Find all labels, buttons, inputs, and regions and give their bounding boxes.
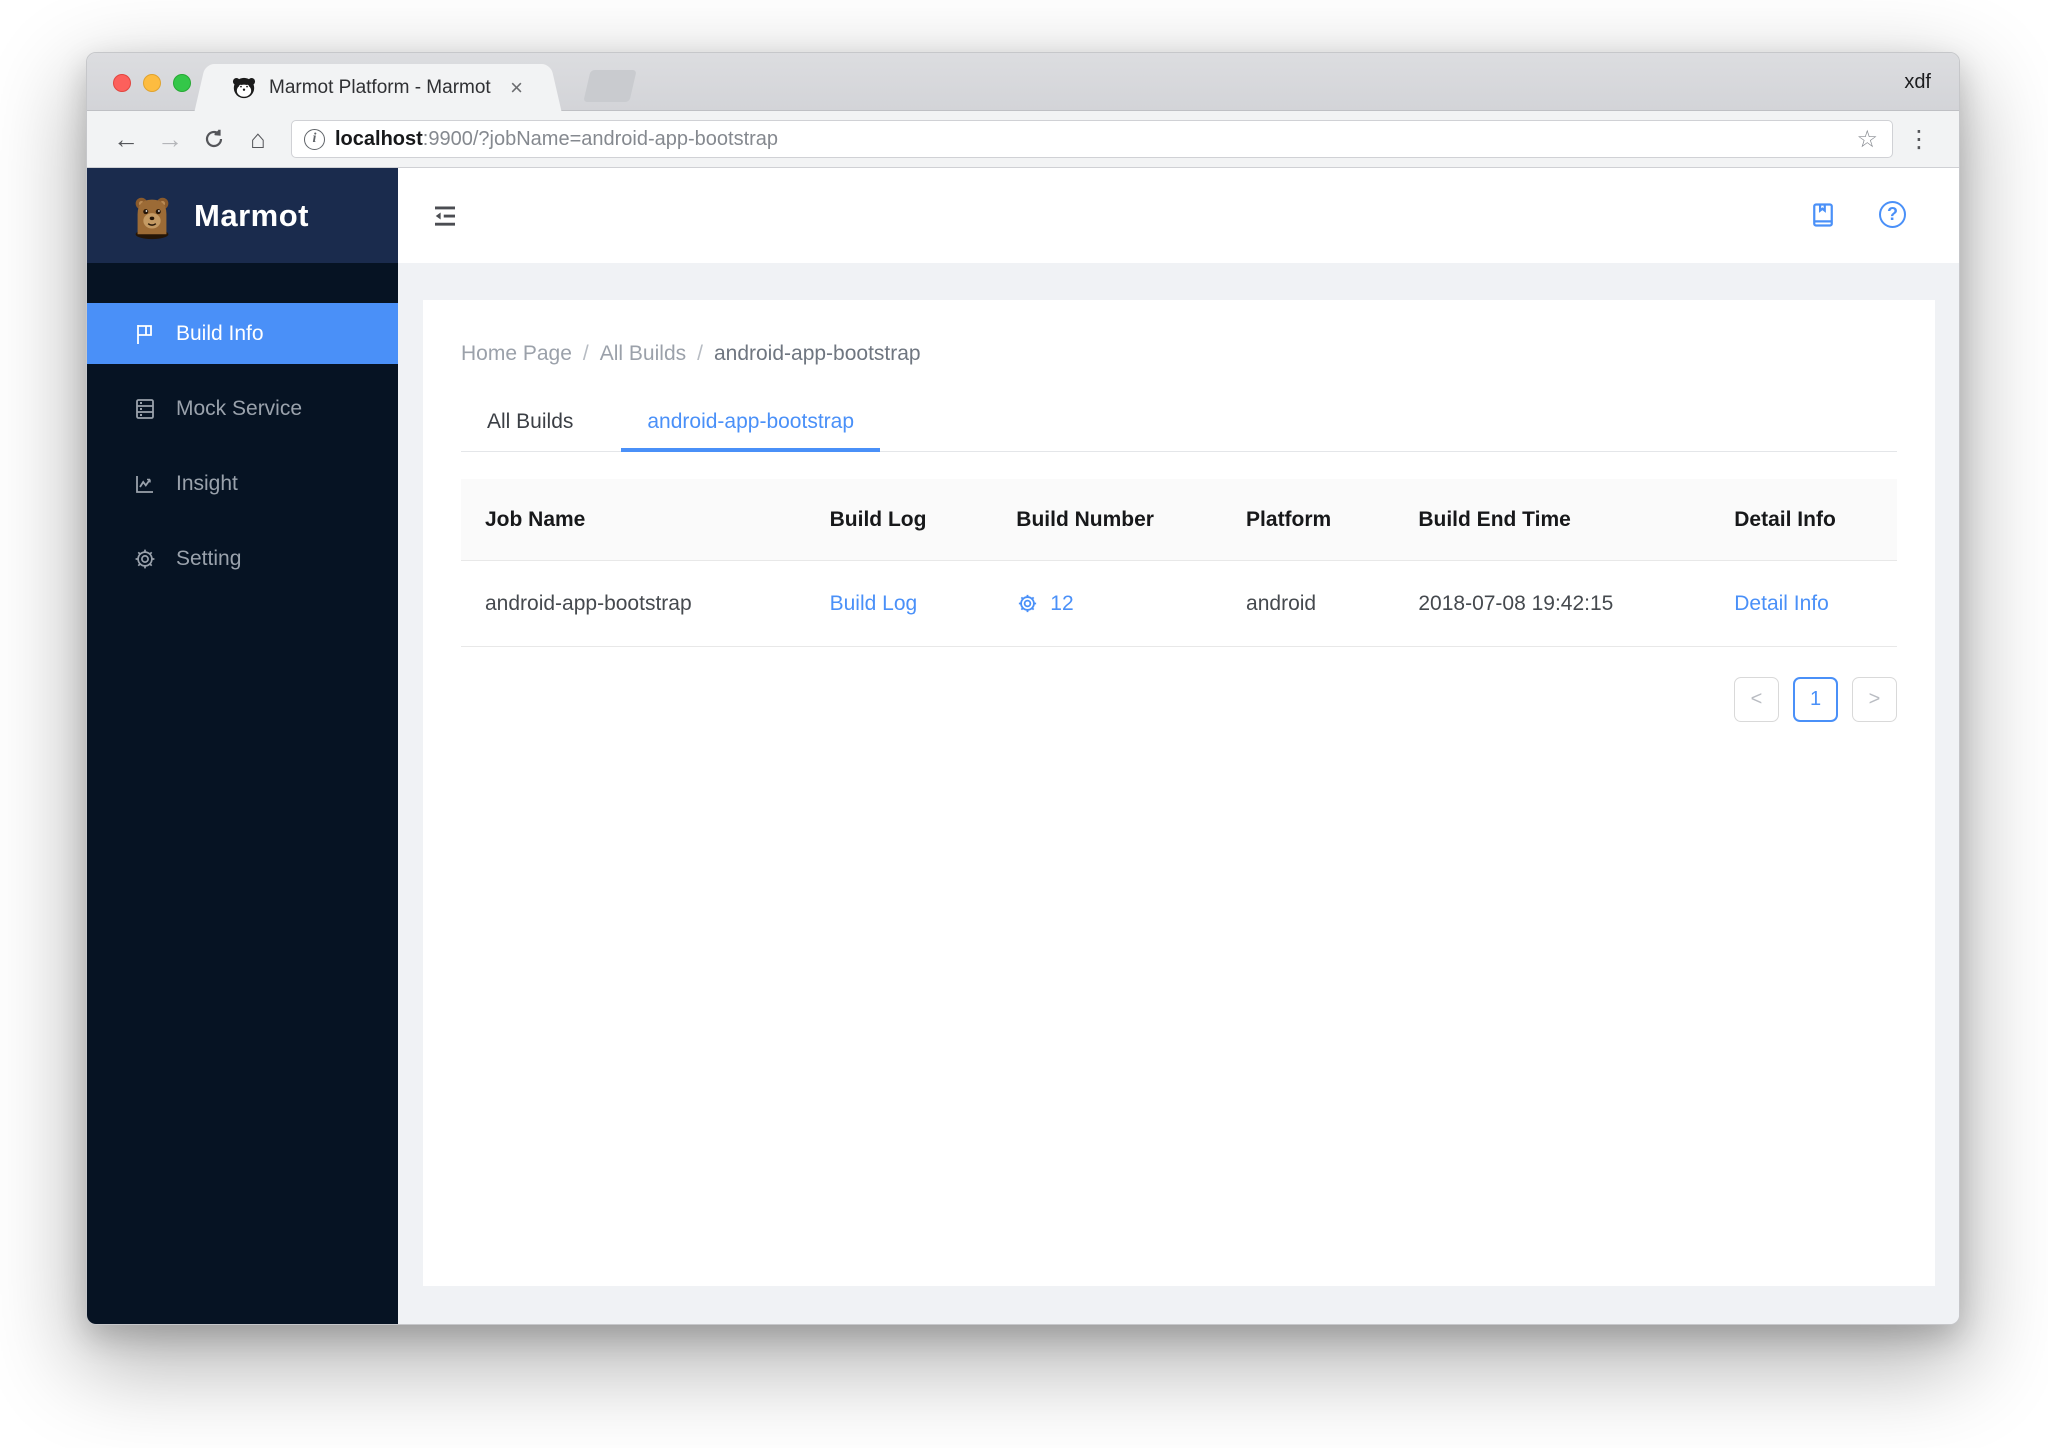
build-log-link[interactable]: Build Log — [830, 592, 918, 615]
column-header-platform: Platform — [1246, 507, 1332, 531]
menu-fold-icon[interactable] — [430, 201, 460, 231]
content-card: Home Page / All Builds / android-app-boo… — [423, 300, 1935, 1286]
column-header-detail-info: Detail Info — [1734, 507, 1836, 531]
breadcrumb-all-builds[interactable]: All Builds — [600, 342, 686, 366]
sidebar-menu: Build Info Mock Service Insight Setting — [87, 303, 398, 603]
marmot-logo-icon — [135, 197, 169, 239]
detail-info-link[interactable]: Detail Info — [1734, 592, 1829, 615]
sidebar-item-setting[interactable]: Setting — [87, 528, 398, 589]
sidebar-item-insight[interactable]: Insight — [87, 453, 398, 514]
bookmark-star-icon[interactable]: ☆ — [1854, 125, 1880, 154]
sidebar: Marmot Build Info Mock Service Insight S… — [87, 168, 398, 1324]
sidebar-item-label: Setting — [176, 546, 242, 570]
browser-tab-strip: Marmot Platform - Marmot × xdf — [87, 53, 1959, 111]
window-zoom-button[interactable] — [173, 74, 191, 92]
home-icon[interactable]: ⌂ — [239, 126, 277, 152]
build-gear-icon — [1016, 592, 1039, 615]
table-row: android-app-bootstrap Build Log 12 andro… — [461, 561, 1897, 646]
cell-job-name: android-app-bootstrap — [485, 591, 692, 615]
build-number-link[interactable]: 12 — [1050, 592, 1073, 616]
url-input[interactable]: i localhost:9900/?jobName=android-app-bo… — [291, 120, 1893, 158]
cell-build-log: Build Log — [806, 592, 993, 616]
column-header-build-number: Build Number — [1016, 507, 1154, 531]
browser-toolbar: ← → ⌂ i localhost:9900/?jobName=android-… — [87, 111, 1959, 168]
table-header-row: Job Name Build Log Build Number Platform… — [461, 479, 1897, 561]
cell-platform: android — [1246, 591, 1317, 615]
cell-detail-info: Detail Info — [1710, 592, 1897, 616]
reload-icon[interactable] — [195, 127, 233, 151]
flag-icon — [133, 322, 157, 346]
app-root: Marmot Build Info Mock Service Insight S… — [87, 168, 1959, 1324]
database-icon — [133, 397, 157, 421]
page-tabs: All Builds android-app-bootstrap — [461, 396, 1897, 452]
book-icon[interactable] — [1809, 201, 1839, 231]
sidebar-logo[interactable]: Marmot — [87, 168, 398, 263]
breadcrumb-separator: / — [582, 342, 589, 365]
traffic-lights — [113, 74, 191, 92]
window-minimize-button[interactable] — [143, 74, 161, 92]
new-tab-button[interactable] — [583, 70, 637, 102]
url-host: localhost — [335, 127, 423, 150]
window-close-button[interactable] — [113, 74, 131, 92]
browser-tab[interactable]: Marmot Platform - Marmot × — [213, 64, 543, 111]
browser-menu-icon[interactable]: ⋮ — [1899, 125, 1939, 154]
breadcrumb-separator: / — [697, 342, 703, 365]
gear-icon — [133, 547, 157, 571]
main-area: ? Home Page / All Builds / android-app-b… — [398, 168, 1959, 1324]
tab-all-builds[interactable]: All Builds — [461, 396, 599, 451]
back-icon[interactable]: ← — [107, 126, 145, 152]
tab-android-app-bootstrap[interactable]: android-app-bootstrap — [621, 396, 880, 452]
browser-profile-name[interactable]: xdf — [1904, 71, 1931, 94]
sidebar-item-label: Build Info — [176, 321, 264, 345]
pagination-next-button[interactable]: > — [1852, 677, 1897, 722]
breadcrumb: Home Page / All Builds / android-app-boo… — [461, 342, 1897, 366]
pagination-prev-button[interactable]: < — [1734, 677, 1779, 722]
column-header-build-end-time: Build End Time — [1418, 507, 1571, 531]
cell-build-end-time: 2018-07-08 19:42:15 — [1418, 591, 1614, 615]
pagination: < 1 > — [461, 677, 1897, 722]
forward-icon[interactable]: → — [151, 126, 189, 152]
column-header-job-name: Job Name — [485, 507, 586, 531]
breadcrumb-current: android-app-bootstrap — [713, 342, 921, 365]
column-header-build-log: Build Log — [829, 507, 927, 531]
sidebar-item-mock-service[interactable]: Mock Service — [87, 378, 398, 439]
content-area: Home Page / All Builds / android-app-boo… — [398, 263, 1959, 1324]
url-path: :9900/?jobName=android-app-bootstrap — [422, 127, 779, 150]
page-info-icon[interactable]: i — [304, 128, 325, 150]
question-circle-icon[interactable]: ? — [1879, 200, 1909, 231]
pagination-page-1-button[interactable]: 1 — [1793, 677, 1838, 722]
sidebar-item-label: Insight — [176, 471, 238, 495]
marmot-favicon-icon — [232, 77, 256, 98]
line-chart-icon — [133, 472, 157, 496]
sidebar-item-build-info[interactable]: Build Info — [87, 303, 398, 364]
cell-build-number: 12 — [992, 592, 1222, 616]
tab-close-icon[interactable]: × — [510, 76, 523, 99]
app-title: Marmot — [194, 197, 309, 233]
main-header: ? — [398, 168, 1959, 263]
url-text: localhost:9900/?jobName=android-app-boot… — [335, 128, 1844, 151]
tab-title: Marmot Platform - Marmot — [269, 76, 491, 98]
sidebar-item-label: Mock Service — [176, 396, 303, 420]
builds-table: Job Name Build Log Build Number Platform… — [461, 479, 1897, 647]
browser-window: Marmot Platform - Marmot × xdf ← → ⌂ i l… — [86, 52, 1960, 1325]
breadcrumb-home[interactable]: Home Page — [461, 342, 572, 366]
